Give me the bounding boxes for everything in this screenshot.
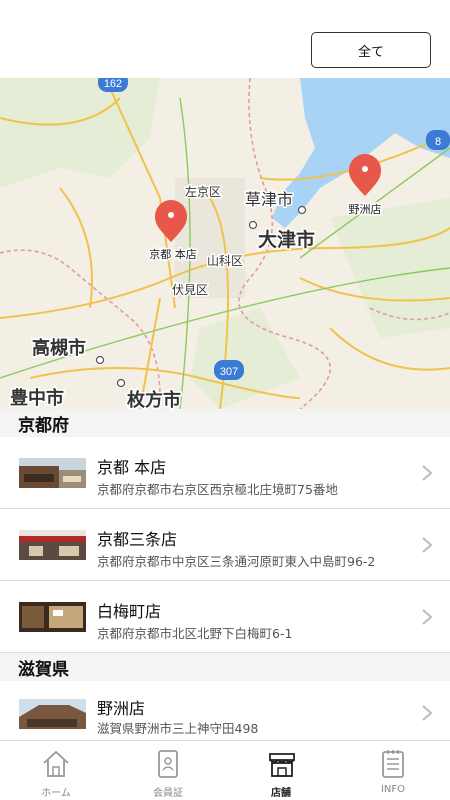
svg-text:京都 本店: 京都 本店 (149, 247, 197, 261)
chevron-right-icon (422, 609, 433, 625)
store-name: 京都三条店 (97, 530, 178, 549)
svg-text:8: 8 (435, 136, 441, 148)
map-label-hirakata: 枚方市 (127, 389, 181, 409)
store-map[interactable]: 162 307 8 左京区 草津市 大津市 山科区 伏見区 高槻市 豊中市 枚方… (0, 78, 450, 409)
store-name: 白梅町店 (97, 602, 162, 621)
store-address: 京都府京都市北区北野下白梅町6-1 (97, 626, 293, 641)
svg-text:野洲店: 野洲店 (349, 202, 382, 216)
store-address: 京都府京都市右京区西京極北庄境町75番地 (97, 482, 338, 497)
map-label-kusatsu: 草津市 (245, 190, 293, 209)
map-label-yamashina: 山科区 (207, 254, 243, 268)
store-thumbnail (19, 699, 86, 729)
chevron-right-icon (422, 705, 433, 721)
road-shield-162: 162 (98, 78, 128, 92)
tab-info[interactable]: INFO (337, 741, 449, 800)
top-bar: 全て (0, 0, 450, 78)
store-name: 野洲店 (97, 699, 146, 718)
map-canvas: 162 307 8 左京区 草津市 大津市 山科区 伏見区 高槻市 豊中市 枚方… (0, 78, 450, 409)
map-pin-yasu: 野洲店 (347, 154, 383, 218)
region-header-shiga: 滋賀県 (0, 653, 450, 681)
map-label-fushimi: 伏見区 (172, 283, 208, 297)
store-address: 京都府京都市中京区三条通河原町東入中島町96-2 (97, 554, 376, 569)
store-row-hakubaicho[interactable]: 白梅町店 京都府京都市北区北野下白梅町6-1 (0, 581, 450, 653)
tab-info-label: INFO (380, 784, 406, 795)
road-shield-8: 8 (426, 130, 450, 150)
tab-bar: ホーム 会員証 店舗 INFO (0, 740, 450, 800)
tab-home[interactable]: ホーム (0, 741, 112, 800)
store-thumbnail (19, 458, 86, 488)
store-thumbnail (19, 602, 86, 632)
store-address: 滋賀県野洲市三上神守田498 (97, 721, 259, 736)
show-all-button[interactable]: 全て (311, 32, 431, 68)
road-shield-307: 307 (214, 360, 244, 380)
map-label-sakyo: 左京区 (185, 184, 221, 199)
map-label-otsu: 大津市 (258, 228, 315, 251)
svg-text:162: 162 (104, 78, 122, 90)
member-card-icon (158, 750, 178, 778)
store-row-kyoto-sanjo[interactable]: 京都三条店 京都府京都市中京区三条通河原町東入中島町96-2 (0, 509, 450, 581)
tab-stores[interactable]: 店舗 (225, 741, 337, 800)
map-label-takatsuki: 高槻市 (32, 337, 86, 359)
store-icon (269, 753, 295, 777)
chevron-right-icon (422, 537, 433, 553)
svg-text:307: 307 (220, 366, 238, 378)
chevron-right-icon (422, 465, 433, 481)
store-thumbnail (19, 530, 86, 560)
tab-member-card-label: 会員証 (153, 788, 183, 799)
region-header-kyoto: 京都府 (0, 409, 450, 437)
document-icon (382, 750, 404, 778)
store-name: 京都 本店 (97, 458, 167, 477)
tab-stores-label: 店舗 (271, 788, 291, 799)
tab-member-card[interactable]: 会員証 (112, 741, 224, 800)
tab-home-label: ホーム (41, 788, 71, 799)
home-icon (43, 750, 69, 777)
store-row-yasu[interactable]: 野洲店 滋賀県野洲市三上神守田498 (0, 681, 450, 740)
store-row-kyoto-honten[interactable]: 京都 本店 京都府京都市右京区西京極北庄境町75番地 (0, 437, 450, 509)
map-label-toyonaka: 豊中市 (10, 387, 64, 409)
